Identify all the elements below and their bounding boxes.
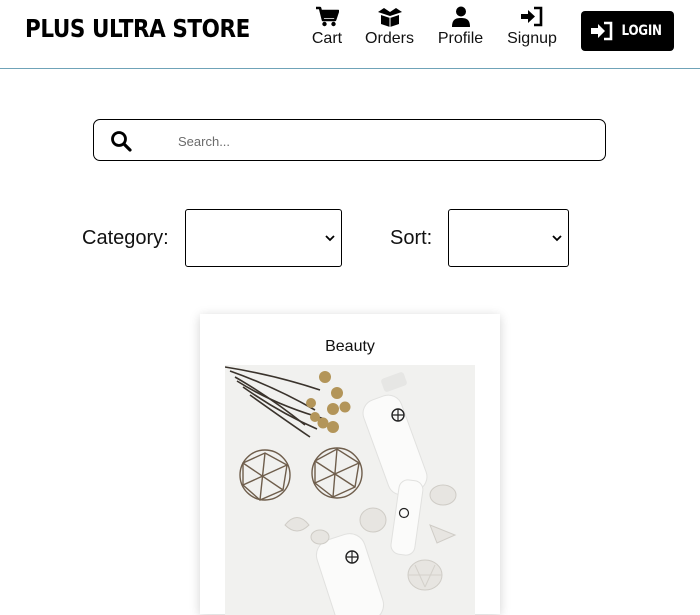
sort-label: Sort: (390, 227, 433, 249)
brand-logo[interactable]: PLUS ULTRA STORE (25, 14, 250, 43)
nav-cart-label: Cart (311, 30, 343, 47)
chevron-down-icon (325, 235, 335, 242)
cart-icon (316, 6, 339, 27)
nav-signup-label: Signup (507, 30, 557, 47)
sort-select[interactable] (448, 209, 569, 267)
search-icon[interactable] (110, 130, 132, 152)
chevron-down-icon (552, 235, 562, 242)
nav-signup-link[interactable]: Signup (503, 6, 561, 48)
login-button[interactable]: LOGIN (581, 11, 674, 51)
product-card-title: Beauty (325, 338, 375, 355)
nav-orders-label: Orders (365, 30, 414, 47)
sign-in-icon (521, 6, 543, 27)
user-icon (451, 6, 470, 27)
category-label: Category: (82, 227, 169, 249)
nav-orders-link[interactable]: Orders (361, 6, 418, 48)
search-bar (93, 119, 606, 161)
nav-profile-label: Profile (437, 30, 484, 47)
box-open-icon (377, 8, 402, 27)
product-photo (225, 365, 475, 615)
product-image[interactable] (225, 365, 475, 615)
top-navbar: PLUS ULTRA STORE Cart Orders Profile Sig… (0, 0, 700, 69)
product-card[interactable]: Beauty (200, 314, 500, 615)
sign-in-icon (590, 21, 613, 41)
nav-cart-link[interactable]: Cart (307, 6, 347, 48)
category-select[interactable] (185, 209, 342, 267)
login-label: LOGIN (621, 23, 662, 39)
nav-profile-link[interactable]: Profile (434, 6, 487, 48)
search-input[interactable] (178, 130, 578, 152)
